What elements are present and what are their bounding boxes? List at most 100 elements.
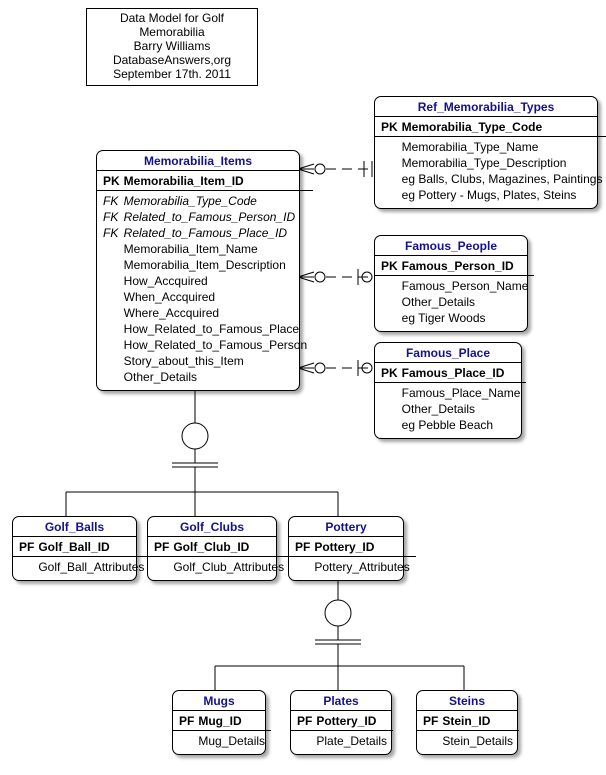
- entity-title: Steins: [417, 691, 517, 711]
- attr-key: [381, 294, 398, 310]
- attr-key: PF: [297, 713, 312, 729]
- attr-name: Pottery_ID: [316, 713, 387, 729]
- entity-body: PF Golf_Club_IDGolf_Club_Attributes: [148, 537, 276, 580]
- diagram-canvas: Data Model for Golf Memorabilia Barry Wi…: [0, 0, 606, 775]
- attr-name: Memorabilia_Type_Description: [402, 155, 603, 171]
- entity-title: Famous_People: [375, 236, 527, 256]
- attr-name: Golf_Club_ID: [173, 539, 284, 555]
- entity-title: Memorabilia_Items: [97, 151, 299, 171]
- attr-name: Golf_Ball_Attributes: [38, 559, 144, 575]
- attr-name: Other_Details: [402, 401, 521, 417]
- attr-name: How_Related_to_Famous_Person: [124, 337, 307, 353]
- entity-title: Pottery: [289, 517, 403, 537]
- attr-name: Related_to_Famous_Person_ID: [124, 209, 307, 225]
- attr-key: PF: [154, 539, 169, 555]
- attr-name: Golf_Club_Attributes: [173, 559, 284, 575]
- attr-key: PF: [19, 539, 34, 555]
- entity-memorabilia-items: Memorabilia_Items PKFKFKFK Memorabilia_I…: [96, 150, 300, 391]
- attr-name: eg Pebble Beach: [402, 417, 521, 433]
- attr-name: How_Accquired: [124, 273, 307, 289]
- entity-famous-people: Famous_People PK Famous_Person_IDFamous_…: [374, 235, 528, 332]
- attr-name: Memorabilia_Item_ID: [124, 173, 307, 189]
- entity-steins: Steins PF Stein_ID Stein_Details: [416, 690, 518, 755]
- attr-key: [179, 733, 194, 749]
- header-line1: Data Model for Golf Memorabilia: [91, 11, 253, 39]
- entity-body: PK Famous_Person_IDFamous_Person_NameOth…: [375, 256, 527, 331]
- attr-name: Plate_Details: [316, 733, 387, 749]
- attr-key: PK: [381, 365, 398, 381]
- attr-key: [103, 353, 120, 369]
- attr-name: Famous_Person_Name: [402, 278, 529, 294]
- attr-name: Mug_ID: [198, 713, 265, 729]
- attr-key: [154, 559, 169, 575]
- entity-body: PF Golf_Ball_IDGolf_Ball_Attributes: [13, 537, 136, 580]
- attr-key: PF: [179, 713, 194, 729]
- attr-key: PK: [103, 173, 120, 189]
- entity-pottery: Pottery PF Pottery_IDPottery_Attributes: [288, 516, 404, 581]
- attr-name: Memorabilia_Type_Code: [124, 193, 307, 209]
- attr-key: [103, 337, 120, 353]
- attr-key: [103, 305, 120, 321]
- attr-key: [103, 289, 120, 305]
- attr-key: [103, 321, 120, 337]
- attr-key: [103, 257, 120, 273]
- attr-key: [297, 733, 312, 749]
- attr-name: Golf_Ball_ID: [38, 539, 144, 555]
- attr-key: FK: [103, 225, 120, 241]
- entity-title: Plates: [291, 691, 391, 711]
- attr-key: [381, 401, 398, 417]
- entity-mugs: Mugs PF Mug_IDMug_Details: [172, 690, 266, 755]
- attr-key: [295, 559, 310, 575]
- header-line3: DatabaseAnswers,org: [91, 53, 253, 67]
- attr-name: eg Tiger Woods: [402, 310, 529, 326]
- entity-ref-memorabilia-types: Ref_Memorabilia_Types PK Memorabilia_Typ…: [374, 96, 598, 209]
- attr-name: Memorabilia_Item_Name: [124, 241, 307, 257]
- attr-name: Famous_Place_ID: [402, 365, 521, 381]
- entity-body: PF Mug_IDMug_Details: [173, 711, 265, 754]
- attr-name: Where_Accquired: [124, 305, 307, 321]
- attr-key: [381, 155, 398, 171]
- attr-name: Stein_ID: [442, 713, 513, 729]
- attr-name: Other_Details: [124, 369, 307, 385]
- attr-key: PK: [381, 119, 398, 135]
- attr-name: Stein_Details: [442, 733, 513, 749]
- attr-key: [19, 559, 34, 575]
- attr-name: Story_about_this_Item: [124, 353, 307, 369]
- attr-key: [103, 241, 120, 257]
- header-line2: Barry Williams: [91, 39, 253, 53]
- attr-name: eg Balls, Clubs, Magazines, Paintings: [402, 171, 603, 187]
- attr-key: PK: [381, 258, 398, 274]
- entity-golf-clubs: Golf_Clubs PF Golf_Club_IDGolf_Club_Attr…: [147, 516, 277, 581]
- attr-name: Related_to_Famous_Place_ID: [124, 225, 307, 241]
- attr-key: [381, 139, 398, 155]
- entity-famous-place: Famous_Place PK Famous_Place_ID Famous_Pl…: [374, 342, 522, 439]
- attr-key: [381, 187, 398, 203]
- attr-name: Memorabilia_Type_Name: [402, 139, 603, 155]
- header-line4: September 17th. 2011: [91, 67, 253, 81]
- attr-key: FK: [103, 193, 120, 209]
- attr-key: PF: [295, 539, 310, 555]
- attr-name: How_Related_to_Famous_Place: [124, 321, 307, 337]
- attr-key: [103, 369, 120, 385]
- attr-key: [381, 385, 398, 401]
- entity-golf-balls: Golf_Balls PF Golf_Ball_IDGolf_Ball_Attr…: [12, 516, 137, 581]
- attr-name: eg Pottery - Mugs, Plates, Steins: [402, 187, 603, 203]
- attr-key: [381, 171, 398, 187]
- attr-name: Pottery_Attributes: [314, 559, 409, 575]
- attr-name: Famous_Place_Name: [402, 385, 521, 401]
- entity-body: PK Famous_Place_ID Famous_Place_NameOther…: [375, 363, 521, 438]
- attr-key: PF: [423, 713, 438, 729]
- entity-title: Ref_Memorabilia_Types: [375, 97, 597, 117]
- entity-body: PKFKFKFK Memorabilia_Item_IDMemorabilia_…: [97, 171, 299, 390]
- attr-key: [381, 278, 398, 294]
- entity-title: Famous_Place: [375, 343, 521, 363]
- entity-plates: Plates PF Pottery_ID Plate_Details: [290, 690, 392, 755]
- entity-body: PF Pottery_ID Plate_Details: [291, 711, 391, 754]
- attr-key: FK: [103, 209, 120, 225]
- entity-body: PF Pottery_IDPottery_Attributes: [289, 537, 403, 580]
- attr-name: Other_Details: [402, 294, 529, 310]
- entity-body: PK Memorabilia_Type_CodeMemorabilia_Type…: [375, 117, 597, 208]
- entity-title: Mugs: [173, 691, 265, 711]
- attr-key: [423, 733, 438, 749]
- entity-body: PF Stein_ID Stein_Details: [417, 711, 517, 754]
